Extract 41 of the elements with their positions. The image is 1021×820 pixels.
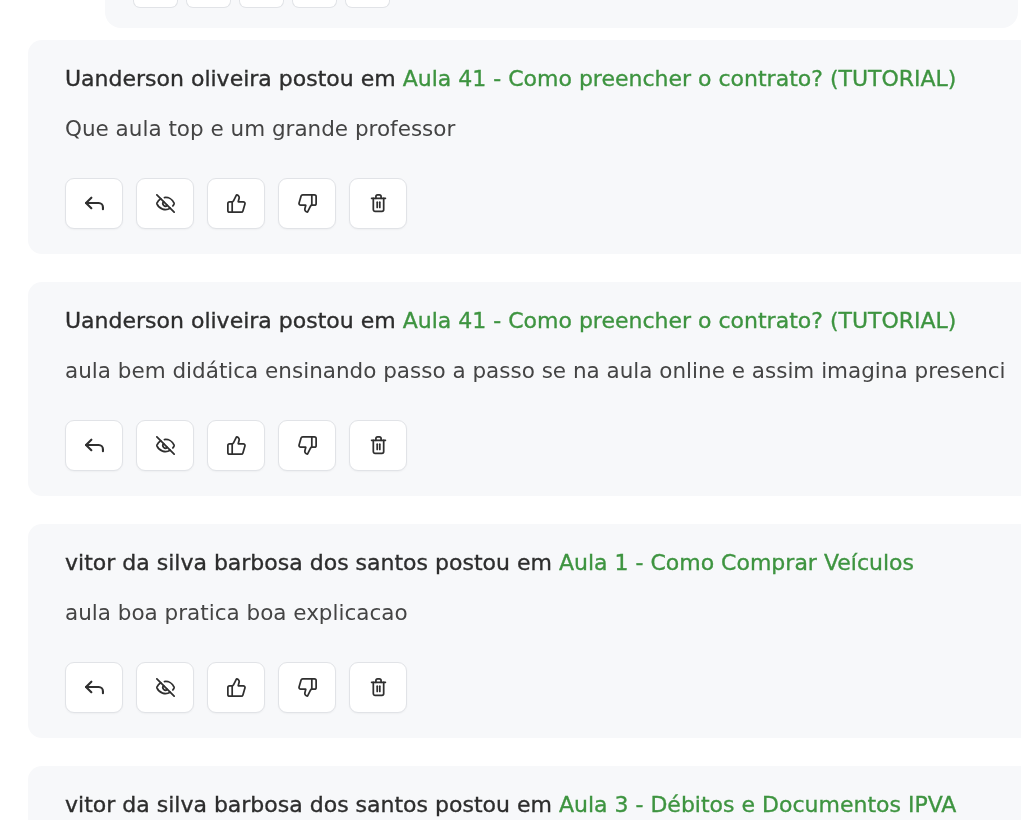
reply-button[interactable] bbox=[65, 662, 123, 713]
dislike-button[interactable] bbox=[278, 662, 336, 713]
delete-button[interactable] bbox=[349, 662, 407, 713]
thumbs-down-icon bbox=[297, 436, 317, 455]
lesson-link[interactable]: Aula 3 - Débitos e Documentos IPVA bbox=[558, 792, 957, 817]
thumbs-up-icon bbox=[226, 436, 246, 455]
post-heading: Uanderson oliveira postou em Aula 41 - Como preencher o contrato? (TUTORIAL) bbox=[65, 66, 958, 92]
hide-button[interactable] bbox=[136, 178, 194, 229]
reply-button[interactable] bbox=[65, 420, 123, 471]
lesson-link[interactable]: Aula 41 - Como preencher o contrato? (TUTORIAL) bbox=[402, 308, 957, 333]
like-button[interactable] bbox=[207, 662, 265, 713]
lesson-link[interactable]: Aula 1 - Como Comprar Veículos bbox=[558, 550, 914, 575]
delete-button[interactable] bbox=[349, 420, 407, 471]
thumbs-up-icon bbox=[226, 194, 246, 213]
lesson-link[interactable]: Aula 41 - Como preencher o contrato? (TUTORIAL) bbox=[402, 66, 957, 91]
dislike-button[interactable] bbox=[278, 178, 336, 229]
reply-button[interactable] bbox=[65, 178, 123, 229]
eye-slash-icon bbox=[155, 678, 175, 697]
comment-text: aula bem didática ensinando passo a passo se na aula online e assim imagina presenci bbox=[65, 357, 1007, 385]
like-button[interactable] bbox=[207, 420, 265, 471]
reply-icon bbox=[84, 194, 104, 213]
thumbs-up-icon bbox=[226, 678, 246, 697]
dislike-button[interactable] bbox=[278, 420, 336, 471]
trash-icon bbox=[368, 678, 388, 697]
thumbs-down-icon bbox=[297, 678, 317, 697]
post-heading: vitor da silva barbosa dos santos postou em Aula 1 - Como Comprar Veículos bbox=[65, 550, 915, 576]
trash-icon bbox=[368, 194, 388, 213]
comment-text: aula boa pratica boa explicacao bbox=[65, 599, 409, 627]
eye-slash-icon bbox=[155, 194, 175, 213]
post-heading: Uanderson oliveira postou em Aula 41 - Como preencher o contrato? (TUTORIAL) bbox=[65, 308, 958, 334]
reply-icon bbox=[84, 678, 104, 697]
post-heading: vitor da silva barbosa dos santos postou em Aula 3 - Débitos e Documentos IPVA bbox=[65, 792, 958, 818]
like-button[interactable] bbox=[207, 178, 265, 229]
delete-button[interactable] bbox=[349, 178, 407, 229]
eye-slash-icon bbox=[155, 436, 175, 455]
hide-button[interactable] bbox=[136, 662, 194, 713]
trash-icon bbox=[368, 436, 388, 455]
hide-button[interactable] bbox=[136, 420, 194, 471]
comment-text: Que aula top e um grande professor bbox=[65, 115, 457, 143]
thumbs-down-icon bbox=[297, 194, 317, 213]
reply-icon bbox=[84, 436, 104, 455]
